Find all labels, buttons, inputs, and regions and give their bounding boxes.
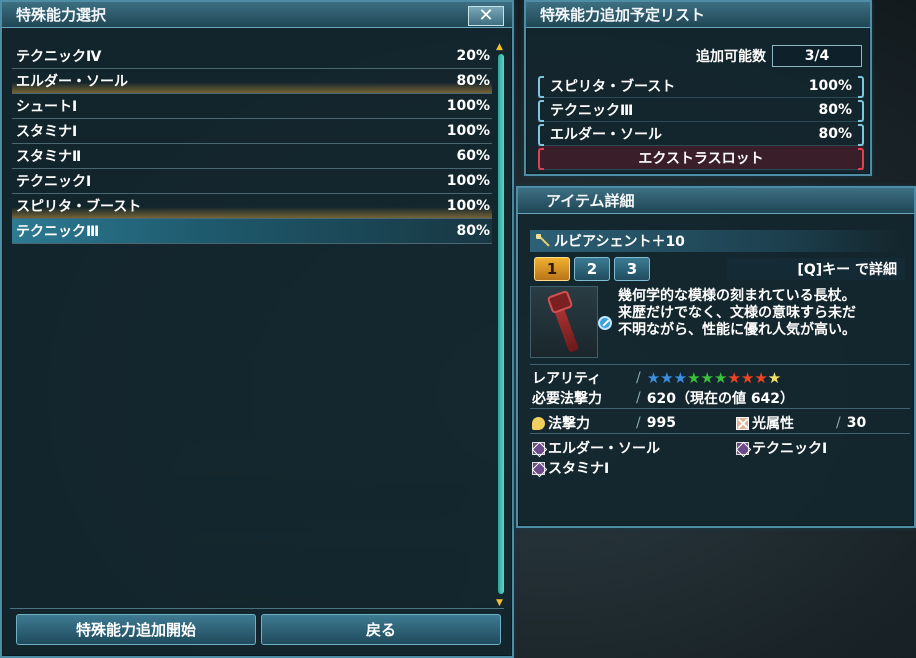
item-detail-panel: アイテム詳細 ルビアシェント＋10 1 2 3 [Q]キー で詳細 幾何学的な模…	[516, 186, 916, 528]
detail-tabs: 1 2 3	[534, 257, 650, 281]
available-label: 追加可能数	[696, 49, 766, 65]
ability-row[interactable]: テクニックⅠ 100%	[12, 169, 492, 194]
requirement-row: 必要法撃力 / 620（現在の値 642）	[532, 390, 795, 407]
item-ability: エルダー・ソール	[532, 438, 660, 458]
ability-rate: 80%	[456, 223, 490, 239]
tab-1[interactable]: 1	[534, 257, 570, 281]
item-description: 幾何学的な模様の刻まれている長杖。 来歴だけでなく、文様の意味すら未だ 不明なが…	[618, 288, 856, 338]
item-ability: テクニックⅠ	[736, 438, 827, 458]
scrollbar-thumb[interactable]	[498, 54, 504, 594]
rarity-star-icon: ★	[660, 368, 674, 387]
ability-rate: 20%	[456, 48, 490, 64]
queue-item-name: エルダー・ソール	[550, 126, 662, 143]
available-value: 3/4	[772, 45, 862, 67]
close-icon: ✕	[478, 5, 494, 26]
queue-item[interactable]: テクニックⅢ 80%	[538, 98, 864, 122]
ability-icon	[736, 441, 749, 455]
ability-rate: 100%	[446, 198, 490, 214]
rarity-star-icon: ★	[673, 368, 688, 387]
ability-selection-panel: 特殊能力選択 ✕ テクニックⅣ 20% エルダー・ソール 80% シュートⅠ 1…	[0, 0, 514, 658]
rarity-star-icon: ★	[767, 368, 782, 387]
ability-name: スピリタ・ブースト	[16, 199, 142, 215]
requirement-value: 620（現在の値 642）	[646, 391, 795, 407]
scrollbar[interactable]: ▲ ▼	[496, 42, 504, 608]
available-slots: 追加可能数 3/4	[696, 45, 862, 67]
rarity-star-icon: ★	[687, 368, 701, 387]
ability-row[interactable]: シュートⅠ 100%	[12, 94, 492, 119]
queue-item-name: スピリタ・ブースト	[550, 78, 676, 95]
element-value: 30	[846, 415, 867, 431]
ability-name: スタミナⅡ	[16, 149, 82, 165]
scroll-down-icon[interactable]: ▼	[496, 598, 503, 608]
item-ability: スタミナⅠ	[532, 458, 609, 478]
rarity-row: レアリティ / ★ ★ ★ ★ ★ ★ ★ ★ ★ ★	[532, 368, 782, 387]
item-name-bar: ルビアシェント＋10	[530, 230, 900, 252]
ability-row[interactable]: テクニックⅣ 20%	[12, 44, 492, 69]
ability-row-focused[interactable]: テクニックⅢ 80%	[12, 219, 492, 244]
queue-item-name: テクニックⅢ	[550, 102, 634, 119]
divider	[530, 364, 910, 365]
detail-hint[interactable]: [Q]キー で詳細	[727, 258, 905, 280]
rarity-star-icon: ★	[727, 368, 741, 387]
rarity-star-icon: ★	[713, 368, 728, 387]
requirement-label: 必要法撃力	[532, 391, 602, 407]
ability-row[interactable]: エルダー・ソール 80%	[12, 69, 492, 94]
ability-name: スタミナⅠ	[16, 124, 78, 140]
tech-power-value: 995	[646, 415, 676, 431]
panel-title: 特殊能力選択	[2, 2, 512, 28]
panel-title: アイテム詳細	[518, 188, 914, 214]
ability-name: テクニックⅠ	[16, 174, 92, 190]
ability-row[interactable]: スタミナⅠ 100%	[12, 119, 492, 144]
ability-rate: 100%	[446, 173, 490, 189]
tech-power-label: 法撃力	[548, 416, 590, 432]
rarity-star-icon: ★	[754, 368, 768, 387]
divider	[530, 433, 910, 434]
divider	[530, 408, 910, 409]
queue-list: スピリタ・ブースト 100% テクニックⅢ 80% エルダー・ソール 80% エ…	[538, 74, 864, 170]
ability-rate: 80%	[456, 73, 490, 89]
rod-icon	[536, 234, 550, 248]
item-name: ルビアシェント＋10	[554, 234, 685, 250]
ability-name: エルダー・ソール	[16, 74, 128, 90]
queue-item[interactable]: スピリタ・ブースト 100%	[538, 74, 864, 98]
ability-icon	[532, 441, 545, 455]
back-button[interactable]: 戻る	[261, 614, 501, 645]
element-label: 光属性	[752, 416, 794, 432]
ability-row[interactable]: スタミナⅡ 60%	[12, 144, 492, 169]
ability-row[interactable]: スピリタ・ブースト 100%	[12, 194, 492, 219]
ability-rate: 60%	[456, 148, 490, 164]
queue-item[interactable]: エルダー・ソール 80%	[538, 122, 864, 146]
rarity-star-icon: ★	[700, 368, 714, 387]
queue-item-rate: 80%	[818, 101, 852, 118]
queue-item-rate: 80%	[818, 125, 852, 142]
ability-name: シュートⅠ	[16, 99, 78, 115]
ability-name: テクニックⅣ	[16, 49, 102, 65]
item-thumbnail	[530, 286, 598, 358]
untradeable-icon	[598, 316, 612, 330]
close-button[interactable]: ✕	[468, 6, 504, 26]
ability-rate: 100%	[446, 123, 490, 139]
extra-slot-label: エクストラスロット	[638, 150, 764, 167]
tech-power-row: 法撃力 / 995	[532, 413, 727, 433]
rarity-label: レアリティ	[532, 371, 602, 387]
ability-queue-panel: 特殊能力追加予定リスト 追加可能数 3/4 スピリタ・ブースト 100% テクニ…	[524, 0, 872, 176]
tab-3[interactable]: 3	[614, 257, 650, 281]
rarity-stars: ★ ★ ★ ★ ★ ★ ★ ★ ★ ★	[646, 368, 782, 387]
tech-attack-icon	[532, 417, 545, 430]
ability-rate: 100%	[446, 98, 490, 114]
ability-icon	[532, 461, 545, 475]
extra-slot[interactable]: エクストラスロット	[538, 146, 864, 170]
ability-name: テクニックⅢ	[16, 224, 100, 240]
rarity-star-icon: ★	[646, 368, 661, 387]
start-ability-add-button[interactable]: 特殊能力追加開始	[16, 614, 256, 645]
light-element-icon	[736, 417, 749, 430]
tab-2[interactable]: 2	[574, 257, 610, 281]
divider	[10, 608, 504, 609]
element-row: 光属性 / 30	[736, 413, 866, 433]
ability-list: テクニックⅣ 20% エルダー・ソール 80% シュートⅠ 100% スタミナⅠ…	[12, 44, 492, 244]
rarity-star-icon: ★	[740, 368, 755, 387]
queue-item-rate: 100%	[808, 77, 852, 94]
scroll-up-icon[interactable]: ▲	[496, 42, 503, 52]
panel-title: 特殊能力追加予定リスト	[526, 2, 870, 28]
